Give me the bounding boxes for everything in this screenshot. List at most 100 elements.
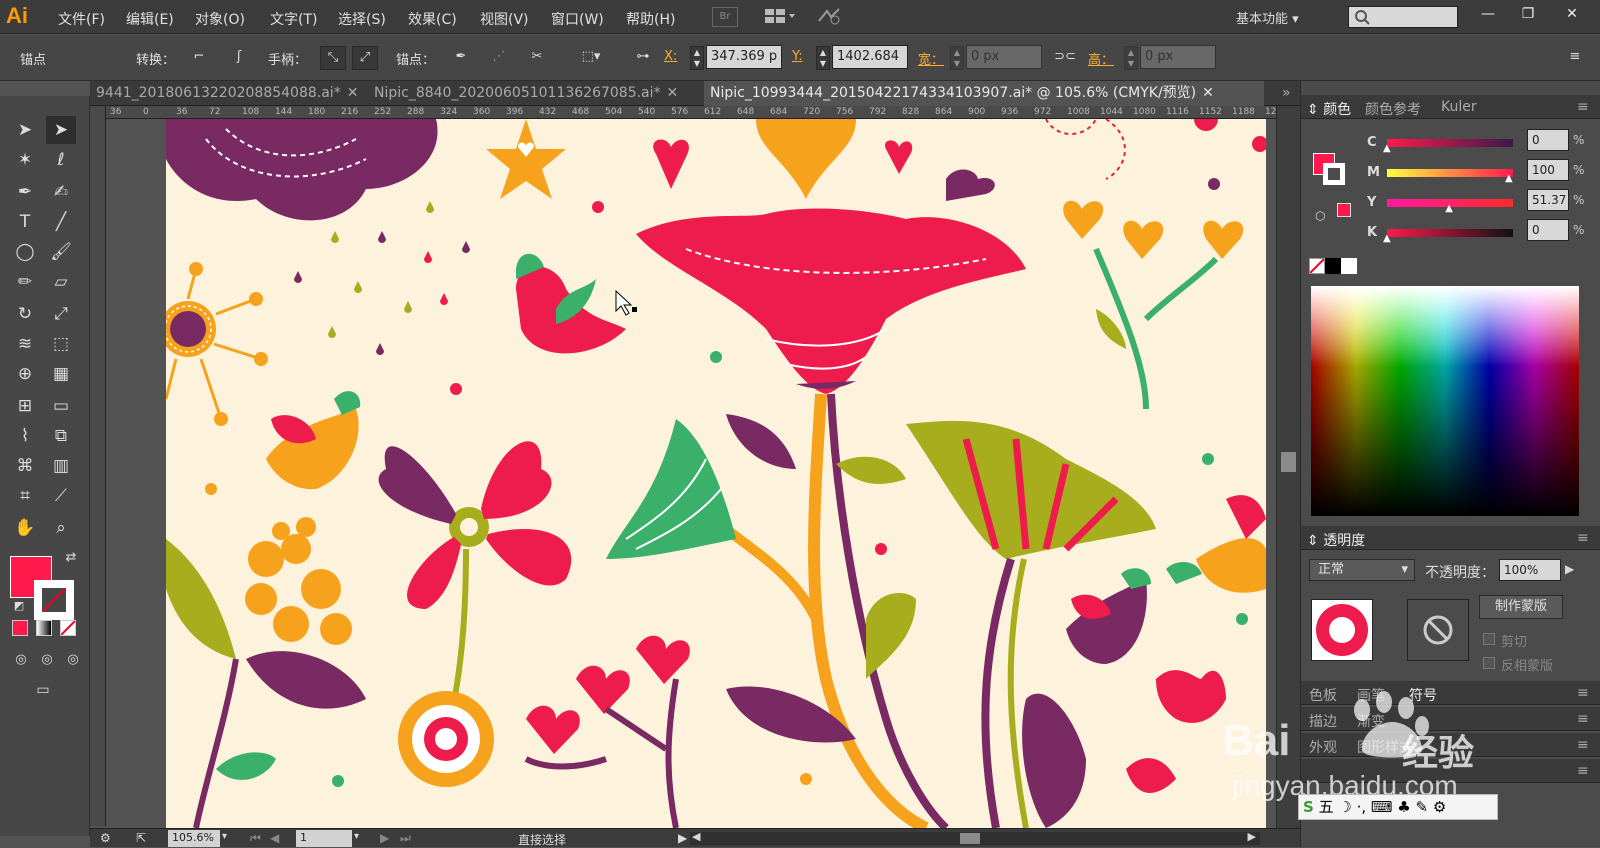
tab-appearance[interactable]: 外观	[1309, 737, 1337, 757]
height-stepper[interactable]: ▲ ▼	[1124, 46, 1138, 70]
show-handles-icon[interactable]: ⤡	[320, 46, 346, 70]
arrange-documents-icon[interactable]	[760, 7, 800, 27]
scroll-left-icon[interactable]: ◀	[692, 830, 700, 843]
magic-wand-tool-icon[interactable]: ✶	[10, 146, 40, 174]
last-artboard-icon[interactable]: ⏭	[400, 831, 411, 846]
menu-effect[interactable]: 效果(C)	[408, 9, 457, 29]
make-mask-button[interactable]: 制作蒙版	[1479, 595, 1563, 619]
blend-mode-select[interactable]: 正常 ▾	[1309, 559, 1415, 581]
horizontal-scrollbar[interactable]: ◀ ▶	[690, 830, 1260, 845]
panel-menu-icon[interactable]: ≡	[1577, 711, 1589, 727]
tab-gradient[interactable]: 渐变	[1357, 711, 1385, 731]
tab-kuler[interactable]: Kuler	[1441, 99, 1477, 115]
y-field[interactable]: 1402.684	[832, 45, 908, 69]
cut-path-icon[interactable]: ✂	[524, 46, 550, 70]
scroll-thumb[interactable]	[1281, 452, 1296, 472]
connect-endpoints-icon[interactable]: ⋰	[486, 46, 512, 70]
rotate-tool-icon[interactable]: ↻	[10, 300, 40, 328]
remove-anchor-icon[interactable]: ✒	[448, 46, 474, 70]
menu-window[interactable]: 窗口(W)	[551, 9, 604, 29]
close-tab-icon[interactable]: ✕	[347, 85, 359, 101]
height-field[interactable]: 0 px	[1140, 45, 1216, 69]
blend-tool-icon[interactable]: ⧉	[46, 422, 76, 450]
tab-color-guide[interactable]: 颜色参考	[1365, 99, 1421, 119]
type-tool-icon[interactable]: T	[10, 208, 40, 236]
cyan-slider[interactable]	[1387, 139, 1513, 147]
eyedropper-tool-icon[interactable]: ⌇	[10, 422, 40, 450]
panel-menu-icon[interactable]: ≡	[1577, 530, 1589, 546]
canvas[interactable]	[106, 119, 1276, 828]
line-segment-tool-icon[interactable]: ╱	[46, 208, 76, 236]
gpu-performance-icon[interactable]	[814, 7, 844, 27]
yellow-slider-thumb[interactable]: ▲	[1445, 203, 1453, 214]
tab-stroke[interactable]: 描边	[1309, 711, 1337, 731]
color-spectrum[interactable]	[1311, 286, 1579, 516]
zoom-tool-icon[interactable]: ⌕	[46, 514, 76, 542]
minimize-button[interactable]: —	[1468, 2, 1508, 28]
selection-tool-icon[interactable]: ➤	[10, 116, 40, 144]
black-value[interactable]: 0	[1527, 219, 1569, 241]
gradient-mode-icon[interactable]	[36, 620, 52, 636]
artwork-floral-pattern[interactable]	[166, 119, 1266, 828]
tab-graphic-styles[interactable]: 图形样式	[1357, 737, 1413, 757]
menu-edit[interactable]: 编辑(E)	[126, 9, 174, 29]
menu-type[interactable]: 文字(T)	[270, 9, 317, 29]
mask-thumbnail[interactable]	[1311, 599, 1373, 661]
magenta-slider[interactable]	[1387, 169, 1513, 177]
cyan-slider-thumb[interactable]: ▲	[1383, 143, 1391, 154]
width-stepper[interactable]: ▲ ▼	[950, 46, 964, 70]
h-scroll-thumb[interactable]	[960, 833, 980, 844]
x-stepper[interactable]: ▲ ▼	[690, 46, 704, 70]
tab-symbols[interactable]: 符号	[1409, 685, 1437, 705]
close-tab-icon[interactable]: ✕	[667, 85, 679, 101]
tab-color[interactable]: ⇕ 颜色	[1307, 99, 1351, 119]
menu-help[interactable]: 帮助(H)	[626, 9, 675, 29]
ellipse-tool-icon[interactable]: ◯	[10, 238, 40, 266]
eraser-tool-icon[interactable]: ▱	[46, 268, 76, 296]
paintbrush-tool-icon[interactable]: 🖌	[46, 238, 76, 266]
first-artboard-icon[interactable]: ⏮	[250, 831, 261, 846]
slice-tool-icon[interactable]: ⟋	[46, 482, 76, 510]
close-tab-icon[interactable]: ✕	[1202, 85, 1214, 101]
black-slider-thumb[interactable]: ▲	[1383, 233, 1391, 244]
width-tool-icon[interactable]: ≋	[10, 330, 40, 358]
pen-tool-icon[interactable]: ✒	[10, 178, 40, 206]
panel-stroke-swatch[interactable]	[1323, 163, 1345, 185]
clip-checkbox[interactable]	[1483, 633, 1495, 645]
y-stepper[interactable]: ▲ ▼	[816, 46, 830, 70]
column-graph-tool-icon[interactable]: ▥	[46, 452, 76, 480]
no-mask-thumbnail[interactable]	[1407, 599, 1469, 661]
opacity-field[interactable]: 100%	[1499, 559, 1561, 581]
document-tab-active[interactable]: Nipic_10993444_20150422174334103907.ai* …	[704, 81, 1264, 106]
convert-to-smooth-icon[interactable]: ʃ	[226, 46, 252, 70]
draw-inside-icon[interactable]: ◎	[58, 646, 88, 674]
width-field[interactable]: 0 px	[966, 45, 1042, 69]
control-menu-icon[interactable]: ≡	[1562, 46, 1588, 70]
color-mode-icon[interactable]	[12, 620, 28, 636]
close-button[interactable]: ✕	[1552, 2, 1592, 28]
black-swatch[interactable]	[1325, 258, 1341, 274]
menu-file[interactable]: 文件(F)	[58, 9, 105, 29]
pencil-tool-icon[interactable]: ✏	[10, 268, 40, 296]
next-artboard-icon[interactable]: ▶	[380, 831, 389, 845]
panel-menu-icon[interactable]: ≡	[1577, 99, 1589, 115]
x-field[interactable]: 347.369 p	[706, 45, 782, 69]
invert-mask-checkbox[interactable]	[1483, 657, 1495, 669]
zoom-level-field[interactable]: 105.6%	[168, 830, 220, 847]
direct-selection-tool-icon[interactable]: ➤	[46, 116, 76, 144]
prev-artboard-icon[interactable]: ◀	[270, 831, 279, 845]
convert-to-corner-icon[interactable]: ⌐	[186, 46, 212, 70]
constrain-proportions-icon[interactable]: ⊃⊂	[1052, 46, 1078, 70]
workspace-switcher[interactable]: 基本功能 ▾	[1236, 8, 1299, 27]
tab-swatches[interactable]: 色板	[1309, 685, 1337, 705]
lasso-tool-icon[interactable]: ℓ	[46, 146, 76, 174]
status-menu-icon[interactable]: ▶	[678, 831, 687, 845]
align-anchor-icon[interactable]: ⊶	[630, 46, 656, 70]
shape-builder-tool-icon[interactable]: ⊕	[10, 360, 40, 388]
black-slider[interactable]	[1387, 229, 1513, 237]
none-mode-icon[interactable]	[60, 620, 76, 636]
artboard-tool-icon[interactable]: ⌗	[10, 482, 40, 510]
tab-transparency[interactable]: ⇕ 透明度	[1307, 530, 1365, 550]
symbol-sprayer-tool-icon[interactable]: ⌘	[10, 452, 40, 480]
bridge-icon[interactable]: Br	[712, 7, 738, 27]
